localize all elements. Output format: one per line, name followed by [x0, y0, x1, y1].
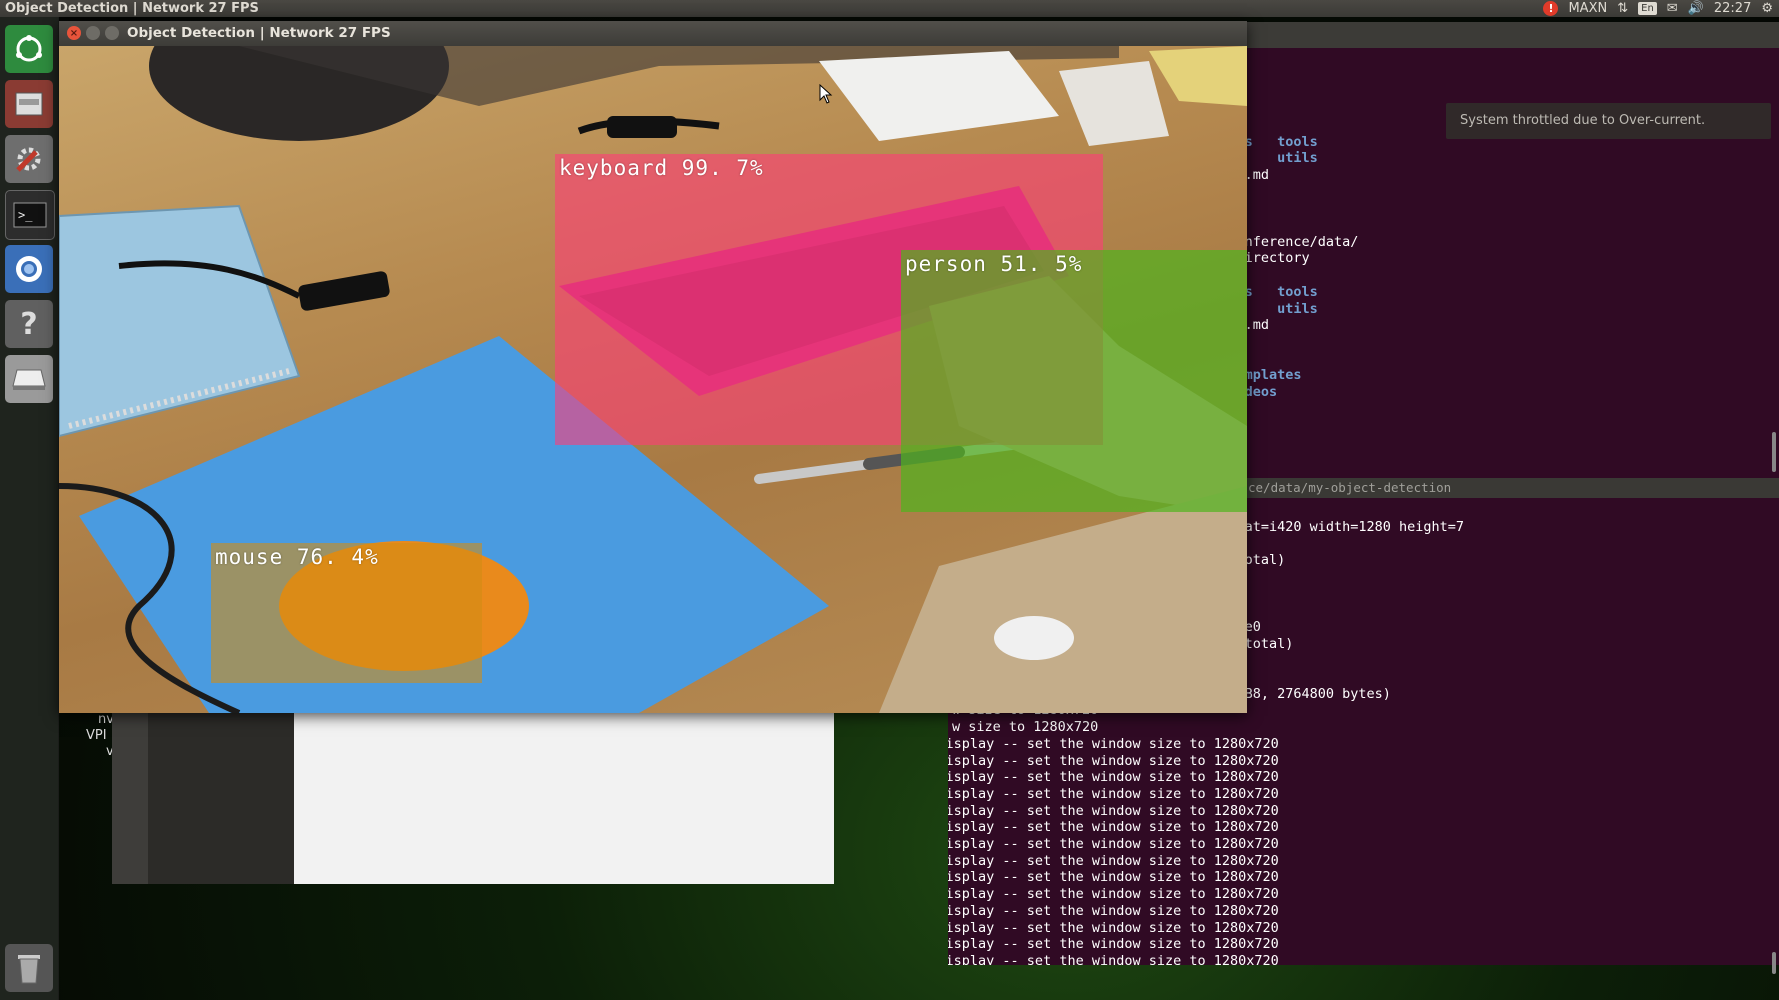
terminal-line-opengl: [OpenGL] glDisplay -- set the window siz…	[948, 919, 1279, 936]
minimize-icon[interactable]	[86, 26, 100, 40]
terminal-line-opengl: [OpenGL] glDisplay -- set the window siz…	[948, 785, 1279, 802]
background-window-panel	[148, 712, 294, 884]
background-text-line: VPI	[86, 728, 107, 743]
close-icon[interactable]: ×	[67, 26, 81, 40]
background-window[interactable]	[112, 712, 834, 884]
object-detection-window[interactable]: × Object Detection | Network 27 FPS keyb…	[59, 21, 1247, 713]
settings-icon[interactable]	[5, 135, 53, 183]
detection-label-keyboard: keyboard 99. 7%	[559, 156, 764, 180]
terminal-line-opengl: [OpenGL] glDisplay -- set the window siz…	[948, 952, 1279, 965]
mouse-cursor-icon	[819, 84, 833, 104]
terminal-line-opengl: [OpenGL] glDisplay -- set the window siz…	[948, 769, 1279, 786]
background-window-sidebar	[112, 712, 148, 884]
gear-icon[interactable]: ⚙	[1761, 0, 1773, 17]
files-icon[interactable]	[5, 80, 53, 128]
clock[interactable]: 22:27	[1714, 0, 1751, 17]
terminal-line-opengl: [OpenGL] glDisplay -- set the window siz…	[948, 752, 1279, 769]
terminal-line-opengl: [OpenGL] glDisplay -- set the window siz…	[948, 902, 1279, 919]
home-icon[interactable]	[5, 25, 53, 73]
active-window-title: Object Detection | Network 27 FPS	[5, 1, 259, 16]
terminal-line-opengl: [OpenGL] glDisplay -- set the window siz…	[948, 802, 1279, 819]
warning-icon[interactable]: !	[1543, 1, 1559, 16]
svg-text:>_: >_	[18, 208, 33, 222]
background-text-line: nv	[98, 712, 114, 727]
volume-icon[interactable]: 🔊	[1688, 0, 1704, 17]
trash-icon[interactable]	[5, 944, 53, 992]
maximize-icon[interactable]	[105, 26, 119, 40]
background-text: nv VPI v	[60, 712, 114, 772]
drive-icon[interactable]	[5, 355, 53, 403]
terminal-line-opengl: [OpenGL] glDisplay -- set the window siz…	[948, 869, 1279, 886]
detection-window-titlebar[interactable]: × Object Detection | Network 27 FPS	[59, 21, 1247, 46]
terminal-line-opengl: [OpenGL] glDisplay -- set the window siz…	[948, 886, 1279, 903]
mail-icon[interactable]: ✉	[1667, 0, 1678, 17]
terminal-scrollbar[interactable]	[1772, 432, 1776, 472]
system-tray: ! MAXN ⇅ En ✉ 🔊 22:27 ⚙	[1543, 0, 1773, 17]
background-window-content[interactable]	[294, 712, 834, 884]
terminal-line-opengl: [OpenGL] glDisplay -- set the window siz…	[948, 819, 1279, 836]
detection-label-mouse: mouse 76. 4%	[215, 545, 379, 569]
terminal-line-opengl: [OpenGL] glDisplay -- set the window siz…	[948, 936, 1279, 953]
terminal-line-opengl: [OpenGL] glDisplay -- set the window siz…	[948, 735, 1279, 752]
keyboard-layout-indicator[interactable]: En	[1638, 2, 1657, 15]
detection-box-person: person 51. 5%	[901, 250, 1247, 512]
network-icon[interactable]: ⇅	[1617, 0, 1628, 17]
detection-window-title: Object Detection | Network 27 FPS	[127, 25, 391, 41]
background-text-line: v	[106, 744, 114, 759]
power-mode-indicator[interactable]: MAXN	[1568, 0, 1607, 17]
terminal-line-opengl: [OpenGL] glDisplay -- set the window siz…	[948, 852, 1279, 869]
help-icon[interactable]: ?	[5, 300, 53, 348]
detection-label-person: person 51. 5%	[905, 252, 1083, 276]
terminal-line: w size to 1280x720	[952, 719, 1099, 736]
terminal-scrollbar-bottom[interactable]	[1772, 952, 1776, 974]
detection-box-mouse: mouse 76. 4%	[211, 543, 482, 683]
launcher: >_ ?	[0, 17, 59, 1000]
camera-feed: keyboard 99. 7% person 51. 5% mouse 76. …	[59, 46, 1247, 713]
top-panel: Object Detection | Network 27 FPS ! MAXN…	[0, 0, 1779, 17]
terminal-icon[interactable]: >_	[5, 190, 55, 240]
chromium-icon[interactable]	[5, 245, 53, 293]
terminal-line-opengl: [OpenGL] glDisplay -- set the window siz…	[948, 836, 1279, 853]
throttle-notification: System throttled due to Over-current.	[1446, 103, 1771, 139]
